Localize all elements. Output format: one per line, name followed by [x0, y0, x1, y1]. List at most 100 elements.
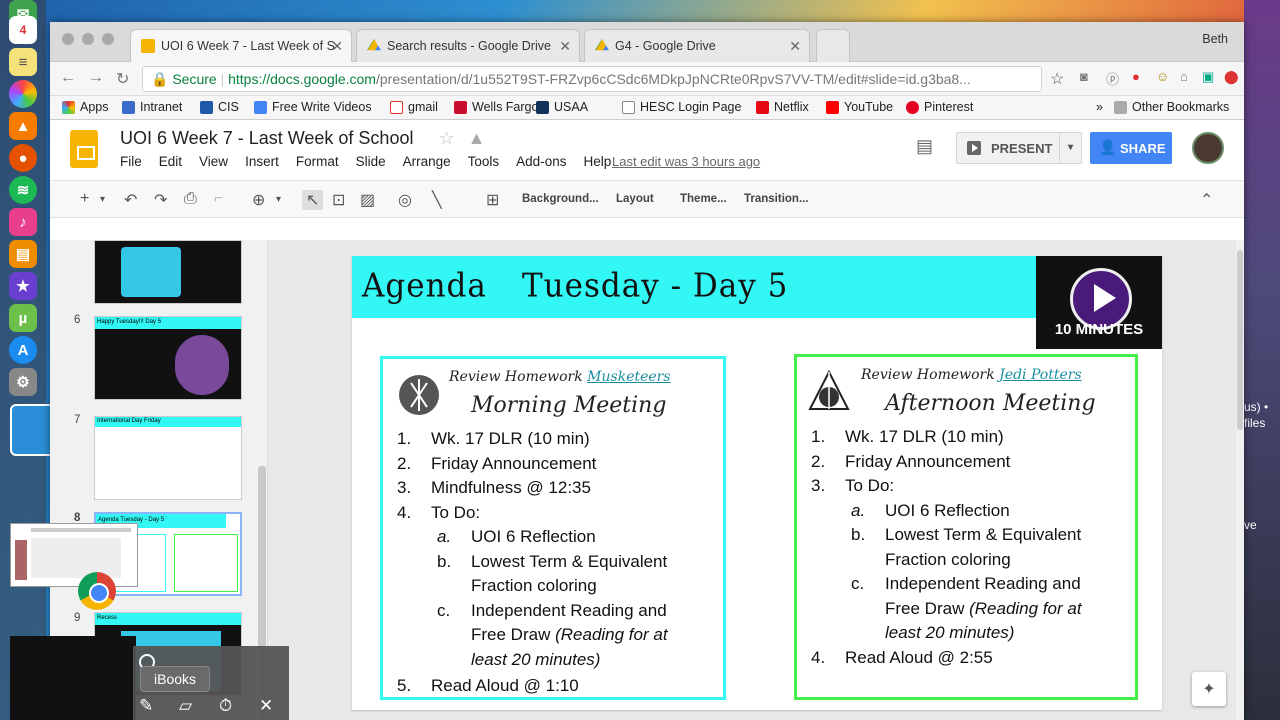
other-bookmarks[interactable]: Other Bookmarks	[1114, 100, 1229, 114]
bookmark-gmail[interactable]: gmail	[390, 100, 438, 114]
print-icon[interactable]: ⎙	[184, 190, 197, 208]
thumbnail-slide-5[interactable]	[94, 240, 242, 304]
afternoon-meeting-box[interactable]: Review Homework Jedi Potters Afternoon M…	[794, 354, 1138, 700]
url-input[interactable]: 🔒 Secure | https://docs.google.com /pres…	[142, 66, 1042, 92]
explore-button[interactable]: ✦	[1192, 672, 1226, 706]
bookmark-netflix[interactable]: Netflix	[756, 100, 809, 114]
new-tab-button[interactable]	[816, 29, 850, 62]
menu-file[interactable]: File	[120, 154, 142, 169]
window-minimize-button[interactable]	[82, 33, 94, 45]
extension-icon[interactable]: ●	[1132, 69, 1140, 84]
redo-icon[interactable]: ↷	[154, 190, 167, 210]
bookmark-wells-fargo[interactable]: Wells Fargo	[454, 100, 538, 114]
bookmark-usaa[interactable]: USAA	[536, 100, 588, 114]
pen-icon[interactable]: ✎	[139, 696, 153, 716]
drive-move-icon[interactable]: ▲	[468, 128, 486, 148]
present-dropdown-icon[interactable]: ▾	[1059, 133, 1081, 163]
zoom-icon[interactable]: ⊕	[252, 190, 265, 210]
menu-insert[interactable]: Insert	[245, 154, 279, 169]
bookmark-hesc[interactable]: HESC Login Page	[622, 100, 741, 114]
close-tab-icon[interactable]: ✕	[559, 38, 571, 55]
undo-icon[interactable]: ↶	[124, 190, 137, 210]
extension-icon[interactable]: ⬤	[1224, 69, 1239, 85]
line-icon[interactable]: ╲	[432, 190, 442, 210]
present-button[interactable]: PRESENT ▾	[956, 132, 1082, 164]
utorrent-icon[interactable]: µ	[9, 304, 37, 332]
last-edit-link[interactable]: Last edit was 3 hours ago	[612, 154, 760, 169]
close-tab-icon[interactable]: ✕	[789, 38, 801, 55]
morning-meeting-box[interactable]: Review Homework Musketeers Morning Meeti…	[380, 356, 726, 700]
bookmark-star-icon[interactable]: ☆	[1050, 69, 1064, 89]
screen-preview-thumbnail[interactable]	[10, 523, 138, 587]
itunes-icon[interactable]: ♪	[9, 208, 37, 236]
forward-icon[interactable]: →	[88, 69, 104, 87]
timer-icon[interactable]: ⏱	[219, 696, 232, 716]
window-zoom-button[interactable]	[102, 33, 114, 45]
photos-icon[interactable]	[9, 80, 37, 108]
musketeers-link[interactable]: Musketeers	[587, 369, 670, 385]
thumbnail-slide-7[interactable]: International Day Friday	[94, 416, 242, 500]
add-comment-icon[interactable]: ⊞	[486, 190, 499, 210]
close-icon[interactable]: ✕	[259, 696, 273, 716]
star-icon[interactable]: ☆	[438, 128, 454, 148]
background-button[interactable]: Background...	[522, 193, 599, 205]
bookmark-cis[interactable]: CIS	[200, 100, 239, 114]
zoom-dropdown-icon[interactable]: ▾	[276, 194, 281, 205]
reload-icon[interactable]: ↻	[116, 69, 129, 89]
app-store-icon[interactable]: A	[9, 336, 37, 364]
menu-help[interactable]: Help	[583, 154, 611, 169]
slides-logo-icon[interactable]	[70, 130, 98, 168]
new-slide-icon[interactable]: +	[80, 190, 89, 208]
shape-icon[interactable]: ◎	[398, 190, 412, 210]
menu-slide[interactable]: Slide	[356, 154, 386, 169]
bookmark-free-write-videos[interactable]: Free Write Videos	[254, 100, 372, 114]
transition-button[interactable]: Transition...	[744, 193, 809, 205]
vlc-icon[interactable]: ▲	[9, 112, 37, 140]
timer-video[interactable]: 10 MINUTES	[1036, 256, 1162, 349]
bookmark-youtube[interactable]: YouTube	[826, 100, 893, 114]
tab-uoi-slides[interactable]: UOI 6 Week 7 - Last Week of S ✕	[130, 29, 352, 62]
new-slide-dropdown-icon[interactable]: ▾	[100, 194, 105, 205]
eraser-icon[interactable]: ▱	[179, 696, 192, 716]
bookmark-intranet[interactable]: Intranet	[122, 100, 182, 114]
menu-tools[interactable]: Tools	[468, 154, 500, 169]
chrome-icon[interactable]	[78, 572, 116, 610]
bookmark-apps[interactable]: Apps	[62, 100, 109, 114]
menu-edit[interactable]: Edit	[159, 154, 182, 169]
notes-icon[interactable]: ≡	[9, 48, 37, 76]
ibooks-icon[interactable]: ▤	[9, 240, 37, 268]
thumbnail-slide-6[interactable]: Happy Tuesday!!! Day 5	[94, 316, 242, 400]
layout-button[interactable]: Layout	[616, 193, 654, 205]
system-preferences-icon[interactable]: ⚙	[9, 368, 37, 396]
dark-window-preview[interactable]	[10, 636, 136, 720]
collapse-toolbar-icon[interactable]: ⌃	[1200, 190, 1213, 210]
document-title[interactable]: UOI 6 Week 7 - Last Week of School ☆ ▲	[120, 128, 485, 149]
bookmark-pinterest[interactable]: Pinterest	[906, 100, 973, 114]
tab-g4-drive[interactable]: G4 - Google Drive ✕	[584, 29, 810, 62]
comments-icon[interactable]: ▤	[916, 136, 933, 157]
extension-icon[interactable]: ☺	[1156, 69, 1169, 84]
image-icon[interactable]: ▨	[360, 190, 375, 210]
jedi-potters-link[interactable]: Jedi Potters	[999, 367, 1081, 383]
extension-icon[interactable]: ▣	[1202, 69, 1214, 85]
firefox-icon[interactable]: ●	[9, 144, 37, 172]
share-button[interactable]: 👤 SHARE	[1090, 132, 1172, 164]
menu-view[interactable]: View	[199, 154, 228, 169]
menu-format[interactable]: Format	[296, 154, 339, 169]
select-cursor-icon[interactable]: ↖	[302, 190, 324, 210]
extension-icon[interactable]: ◙	[1080, 69, 1088, 84]
cast-icon[interactable]: ⌂	[1180, 69, 1188, 84]
theme-button[interactable]: Theme...	[680, 193, 727, 205]
paint-format-icon[interactable]: ⌐	[214, 190, 223, 208]
pinterest-extension-icon[interactable]: ⓟ	[1106, 69, 1119, 88]
bookmarks-overflow-icon[interactable]: »	[1096, 100, 1103, 114]
profile-name[interactable]: Beth	[1202, 32, 1228, 46]
menu-addons[interactable]: Add-ons	[516, 154, 566, 169]
tab-search-results[interactable]: Search results - Google Drive ✕	[356, 29, 580, 62]
menu-arrange[interactable]: Arrange	[403, 154, 451, 169]
text-box-icon[interactable]: ⊡	[332, 190, 345, 210]
spotify-icon[interactable]: ≋	[9, 176, 37, 204]
window-close-button[interactable]	[62, 33, 74, 45]
close-tab-icon[interactable]: ✕	[331, 38, 343, 55]
canvas-scrollbar[interactable]	[1236, 240, 1244, 720]
